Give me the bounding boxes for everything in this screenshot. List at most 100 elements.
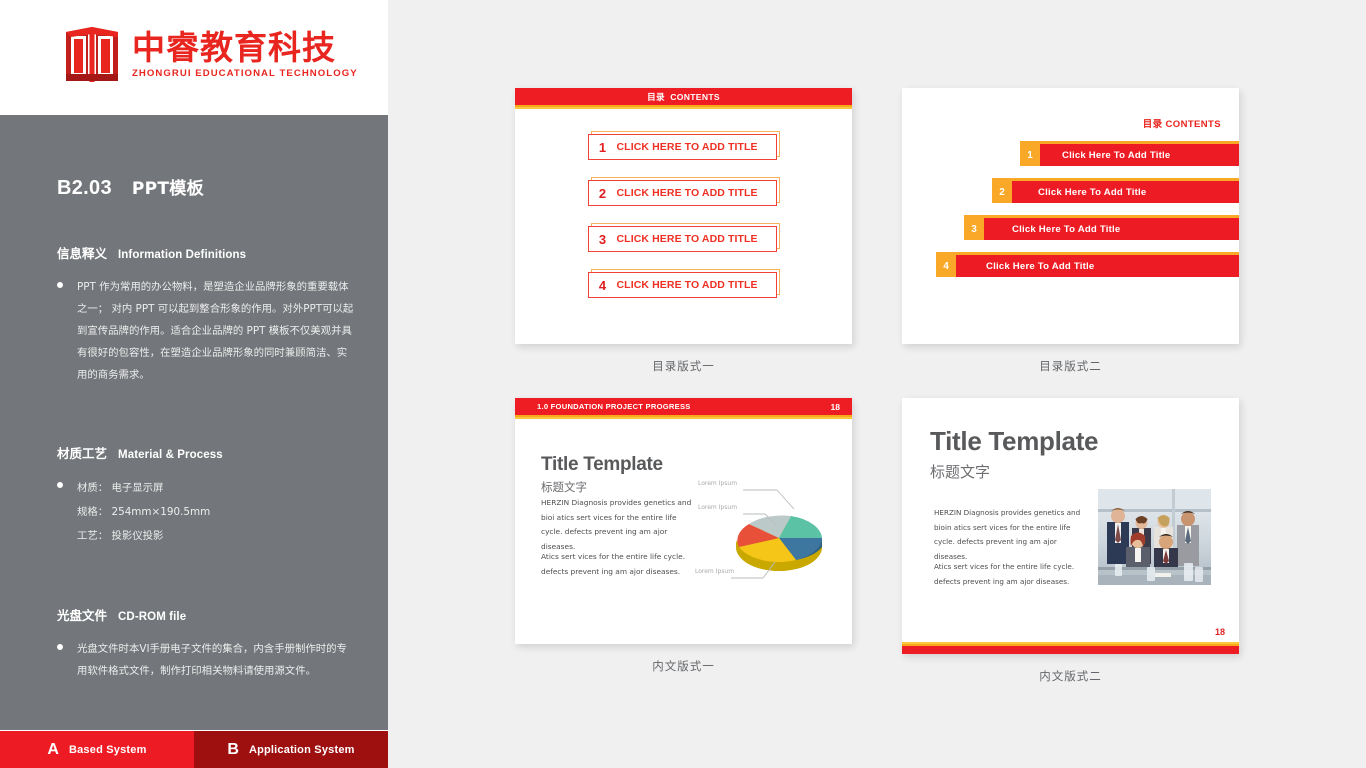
nav-label: Based System bbox=[68, 743, 147, 756]
item-number: 2 bbox=[992, 181, 1012, 203]
item-bar: Click Here To Add Title bbox=[984, 218, 1239, 240]
nav-letter: B bbox=[227, 740, 239, 758]
pie-chart bbox=[731, 489, 822, 579]
slide-thumbnail[interactable]: 目录 CONTENTS 1 CLICK HERE TO ADD TITLE 2 … bbox=[515, 88, 852, 344]
spec-item-size: 规格： 254mm×190.5mm bbox=[77, 506, 211, 518]
brand-name-cn: 中睿教育科技 bbox=[132, 27, 336, 67]
item-label: Click Here To Add Title bbox=[1062, 149, 1171, 161]
slide-title-en: Title Template bbox=[541, 454, 663, 475]
brand-logo: 中睿教育科技 ZHONGRUI EDUCATIONAL TECHNOLOGY bbox=[62, 24, 358, 86]
slide-card-content-1[interactable]: 1.0 FOUNDATION PROJECT PROGRESS 18 Title… bbox=[515, 398, 852, 674]
logo-zone: 中睿教育科技 ZHONGRUI EDUCATIONAL TECHNOLOGY bbox=[0, 0, 388, 115]
item-label: CLICK HERE TO ADD TITLE bbox=[616, 279, 758, 291]
nav-label: Application System bbox=[248, 743, 355, 756]
item-number: 1 bbox=[598, 139, 607, 155]
nav-tab-application-system[interactable]: B Application System bbox=[194, 731, 388, 768]
section-information-definitions: 信息释义 Information Definitions PPT 作为常用的办公物… bbox=[57, 243, 357, 386]
chart-label: Lorem Ipsum bbox=[698, 480, 738, 487]
header-title-en: CONTENTS bbox=[1165, 119, 1221, 130]
bullet-row: 材质： 电子显示屏 规格： 254mm×190.5mm 工艺： 投影仪投影 bbox=[57, 476, 357, 548]
item-label: Click Here To Add Title bbox=[1012, 223, 1121, 235]
vi-manual-page: 中睿教育科技 ZHONGRUI EDUCATIONAL TECHNOLOGY B… bbox=[0, 0, 1366, 768]
contents-item[interactable]: 1 Click Here To Add Title bbox=[902, 141, 1239, 166]
bullet-row: PPT 作为常用的办公物料，是塑造企业品牌形象的重要载体之一； 对内 PPT 可… bbox=[57, 276, 357, 386]
brand-name-en: ZHONGRUI EDUCATIONAL TECHNOLOGY bbox=[132, 68, 358, 80]
contents-item[interactable]: 3 CLICK HERE TO ADD TITLE bbox=[587, 223, 780, 252]
slide-title-cn: 标题文字 bbox=[541, 480, 587, 494]
contents-item[interactable]: 3 Click Here To Add Title bbox=[902, 215, 1239, 240]
doc-title-cn: PPT模板 bbox=[131, 179, 204, 199]
slide-caption: 内文版式二 bbox=[1039, 669, 1102, 683]
slide-card-contents-2[interactable]: 目录 CONTENTS 1 Click Here To Add Title 2 bbox=[902, 88, 1239, 374]
section-title-cn: 光盘文件 bbox=[57, 608, 108, 623]
slide-paragraph-2: Atics sert vices for the entire life cyc… bbox=[541, 552, 686, 576]
item-inner-frame: 1 CLICK HERE TO ADD TITLE bbox=[587, 134, 777, 160]
sidebar-gray-body: B2.03 PPT模板 信息释义 Information Definitions P… bbox=[0, 115, 388, 730]
left-panel: 中睿教育科技 ZHONGRUI EDUCATIONAL TECHNOLOGY B… bbox=[0, 0, 388, 768]
item-label: CLICK HERE TO ADD TITLE bbox=[616, 187, 758, 199]
chart-label: Lorem Ipsum bbox=[698, 504, 738, 511]
slide-title-en: Title Template bbox=[930, 426, 1099, 456]
slide-paragraph-2: Atics sert vices for the entire life cyc… bbox=[934, 562, 1075, 586]
slide-page-number: 18 bbox=[1214, 627, 1225, 637]
slide-card-content-2[interactable]: Title Template 标题文字 HERZIN Diagnosis pro… bbox=[902, 398, 1239, 684]
item-label: Click Here To Add Title bbox=[1038, 186, 1147, 198]
slide-header-title: 1.0 FOUNDATION PROJECT PROGRESS bbox=[537, 402, 691, 411]
slide-caption: 内文版式一 bbox=[652, 659, 715, 673]
slide-header-title: 目录 CONTENTS bbox=[515, 91, 852, 103]
contents-item[interactable]: 4 Click Here To Add Title bbox=[902, 252, 1239, 277]
slide-thumbnail[interactable]: Title Template 标题文字 HERZIN Diagnosis pro… bbox=[902, 398, 1239, 654]
section-heading: 材质工艺 Material & Process bbox=[57, 443, 357, 462]
item-label: Click Here To Add Title bbox=[986, 260, 1095, 272]
item-bar: Click Here To Add Title bbox=[1012, 181, 1239, 203]
header-title-en: CONTENTS bbox=[670, 91, 720, 102]
section-title-en: CD-ROM file bbox=[118, 611, 187, 623]
section-heading: 信息释义 Information Definitions bbox=[57, 243, 357, 262]
page-title: B2.03 PPT模板 bbox=[57, 174, 204, 200]
slide-thumbnail[interactable]: 1.0 FOUNDATION PROJECT PROGRESS 18 Title… bbox=[515, 398, 852, 644]
contents-item[interactable]: 2 Click Here To Add Title bbox=[902, 178, 1239, 203]
slide-footer-bars bbox=[902, 642, 1239, 654]
slide-thumbnail[interactable]: 目录 CONTENTS 1 Click Here To Add Title 2 bbox=[902, 88, 1239, 344]
item-number: 1 bbox=[1020, 144, 1040, 166]
item-number: 4 bbox=[936, 255, 956, 277]
nav-tab-based-system[interactable]: A Based System bbox=[0, 731, 194, 768]
bullet-dot-icon bbox=[57, 282, 63, 288]
section-paragraph: 光盘文件时本VI手册电子文件的集合，内含手册制作时的专用软件格式文件，制作打印相… bbox=[77, 643, 347, 677]
item-bar: Click Here To Add Title bbox=[1040, 144, 1239, 166]
doc-code: B2.03 bbox=[57, 177, 112, 199]
slide-gold-accent bbox=[515, 105, 852, 109]
item-number: 3 bbox=[598, 231, 607, 247]
footer-red-bar bbox=[902, 646, 1239, 654]
section-title-cn: 材质工艺 bbox=[57, 446, 108, 461]
slide-title-block: Title Template 标题文字 bbox=[930, 426, 1099, 482]
item-inner-frame: 4 CLICK HERE TO ADD TITLE bbox=[587, 272, 777, 298]
contents-item[interactable]: 4 CLICK HERE TO ADD TITLE bbox=[587, 269, 780, 298]
slides-preview-area: 目录 CONTENTS 1 CLICK HERE TO ADD TITLE 2 … bbox=[388, 0, 1366, 768]
header-title-cn: 目录 bbox=[647, 92, 665, 103]
item-label: CLICK HERE TO ADD TITLE bbox=[616, 141, 758, 153]
slide-caption: 目录版式二 bbox=[1039, 359, 1102, 373]
spec-item-material: 材质： 电子显示屏 bbox=[77, 482, 164, 494]
slide-header-title: 目录 CONTENTS bbox=[1143, 116, 1221, 130]
bottom-nav: A Based System B Application System bbox=[0, 731, 388, 768]
item-bar: Click Here To Add Title bbox=[956, 255, 1239, 277]
header-title-cn: 目录 bbox=[1142, 119, 1163, 130]
bullet-row: 光盘文件时本VI手册电子文件的集合，内含手册制作时的专用软件格式文件，制作打印相… bbox=[57, 638, 357, 682]
item-number: 2 bbox=[598, 185, 607, 201]
slide-header-bar: 目录 CONTENTS bbox=[515, 88, 852, 105]
item-number: 3 bbox=[964, 218, 984, 240]
contents-item[interactable]: 2 CLICK HERE TO ADD TITLE bbox=[587, 177, 780, 206]
zhongrui-book-logo-icon bbox=[66, 27, 118, 84]
contents-item[interactable]: 1 CLICK HERE TO ADD TITLE bbox=[587, 131, 780, 160]
brand-text: 中睿教育科技 ZHONGRUI EDUCATIONAL TECHNOLOGY bbox=[132, 27, 358, 80]
item-inner-frame: 3 CLICK HERE TO ADD TITLE bbox=[587, 226, 777, 252]
slide-title-block: Title Template 标题文字 bbox=[541, 454, 663, 495]
section-title-en: Information Definitions bbox=[118, 249, 247, 261]
slide-gold-accent bbox=[515, 415, 852, 419]
item-label: CLICK HERE TO ADD TITLE bbox=[616, 233, 758, 245]
slide-paragraph-1: HERZIN Diagnosis provides genetics and b… bbox=[541, 498, 692, 551]
spec-item-process: 工艺： 投影仪投影 bbox=[77, 530, 164, 542]
slide-card-contents-1[interactable]: 目录 CONTENTS 1 CLICK HERE TO ADD TITLE 2 … bbox=[515, 88, 852, 374]
item-number: 4 bbox=[598, 277, 607, 293]
